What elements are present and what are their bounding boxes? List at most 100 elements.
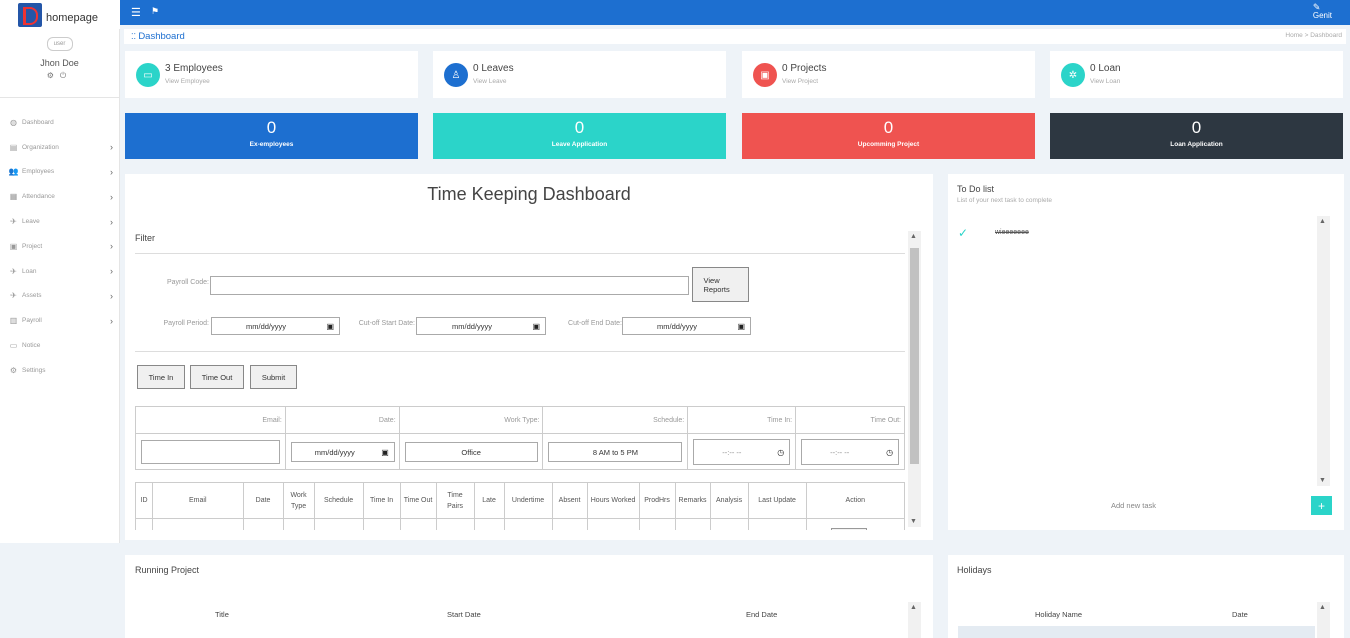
column-undertime: Undertime <box>503 482 553 519</box>
summary-label: Leave Application <box>551 141 608 148</box>
cutoff-start-label: Cut-off Start Date: <box>358 320 415 327</box>
settings-gear-icon[interactable]: ⚙ <box>47 71 60 80</box>
time-in-input[interactable]: --:-- -- ◷ <box>693 439 791 465</box>
calendar-icon[interactable]: ▣ <box>326 322 334 331</box>
sidebar-item-label: Leave <box>22 218 40 226</box>
schedule-input[interactable]: 8 AM to 5 PM <box>548 442 683 462</box>
time-out-input[interactable]: --:-- -- ◷ <box>801 439 900 465</box>
view-employee-link[interactable]: View Employee <box>165 78 210 85</box>
sidebar-item-organization[interactable]: ▤ Organization › <box>0 135 119 160</box>
running-project-scrollbar[interactable]: ▲ <box>908 602 921 638</box>
breadcrumb-home-link[interactable]: Home <box>1285 32 1302 39</box>
sidebar-item-label: Dashboard <box>22 118 54 126</box>
sidebar-item-settings[interactable]: ⚙ Settings <box>0 358 119 383</box>
sidebar-item-attendance[interactable]: ▦ Attendance › <box>0 184 119 209</box>
breadcrumb-separator: > <box>1304 32 1309 39</box>
sidebar-item-project[interactable]: ▣ Project › <box>0 234 119 259</box>
column-date: Date <box>242 482 284 519</box>
top-navbar: ☰ ⚑ ✎ Genit <box>0 0 1350 25</box>
column-absent: Absent <box>551 482 588 519</box>
sidebar-item-dashboard[interactable]: ◍ Dashboard <box>0 110 119 135</box>
brand-logo[interactable]: homepage <box>0 0 120 29</box>
action-button[interactable] <box>830 528 867 530</box>
column-late: Late <box>473 482 505 519</box>
sidebar-item-leave[interactable]: ✈ Leave › <box>0 209 119 234</box>
add-task-button[interactable]: + <box>1311 496 1332 515</box>
power-icon[interactable]: ⏻ <box>60 71 72 80</box>
stat-title: 3 Employees <box>165 63 223 74</box>
cutoff-end-date-input[interactable]: mm/dd/yyyy ▣ <box>622 317 751 335</box>
sidebar-item-label: Settings <box>22 366 46 374</box>
view-leave-link[interactable]: View Leave <box>473 78 507 85</box>
submit-button[interactable]: Submit <box>250 365 297 389</box>
time-in-button[interactable]: Time In <box>137 365 185 389</box>
sidebar-item-assets[interactable]: ✈ Assets › <box>0 284 119 309</box>
column-start-date: Start Date <box>447 610 481 619</box>
todo-checkmark-icon[interactable]: ✓ <box>958 226 968 240</box>
scroll-up-arrow-icon[interactable]: ▲ <box>910 604 917 611</box>
summary-value: 0 <box>266 118 277 137</box>
calendar-icon[interactable]: ▣ <box>737 322 745 331</box>
dashboard-icon: ◍ <box>10 117 17 127</box>
work-type-input[interactable]: Office <box>404 442 538 462</box>
view-project-link[interactable]: View Project <box>782 78 818 85</box>
scrollbar-thumb[interactable] <box>910 248 919 464</box>
clock-icon[interactable]: ◷ <box>886 448 893 457</box>
entry-date-input[interactable]: mm/dd/yyyy ▣ <box>290 442 395 462</box>
todo-scrollbar[interactable]: ▲ ▼ <box>1317 216 1330 486</box>
view-reports-button[interactable]: View Reports <box>692 267 749 302</box>
scroll-down-arrow-icon[interactable]: ▼ <box>910 518 917 525</box>
attendance-table-wrapper: ID Email Date Work Type Schedule Time In Time … <box>135 482 905 530</box>
schedule-header: Schedule: <box>542 406 689 434</box>
view-loan-link[interactable]: View Loan <box>1090 78 1120 85</box>
summary-tile-loan-application[interactable]: 0 Loan Application <box>1050 113 1343 159</box>
sidebar-item-payroll[interactable]: ▥ Payroll › <box>0 308 119 333</box>
notification-flag-icon[interactable]: ⚑ <box>151 6 159 17</box>
breadcrumb: ⁚⁚ Dashboard Home > Dashboard <box>124 29 1346 44</box>
summary-tile-upcoming-project[interactable]: 0 Upcomming Project <box>742 113 1035 159</box>
stat-title: 0 Loan <box>1090 63 1121 74</box>
user-menu[interactable]: ✎ Genit <box>1312 2 1332 21</box>
chevron-right-icon: › <box>110 266 113 277</box>
sidebar-item-employees[interactable]: 👥 Employees › <box>0 160 119 185</box>
calendar-icon: ▣ <box>753 63 777 87</box>
user-avatar-icon: ✎ <box>1312 2 1321 12</box>
summary-tile-leave-application[interactable]: 0 Leave Application <box>433 113 726 159</box>
avatar[interactable]: user <box>46 37 73 51</box>
sidebar-item-loan[interactable]: ✈ Loan › <box>0 259 119 284</box>
scroll-up-arrow-icon[interactable]: ▲ <box>1319 604 1326 611</box>
cutoff-start-date-input[interactable]: mm/dd/yyyy ▣ <box>416 317 546 335</box>
column-date: Date <box>1232 610 1248 619</box>
payroll-period-date-input[interactable]: mm/dd/yyyy ▣ <box>211 317 340 335</box>
clock-icon[interactable]: ◷ <box>777 448 784 457</box>
sidebar-item-notice[interactable]: ▭ Notice <box>0 333 119 358</box>
calendar-icon[interactable]: ▣ <box>532 322 540 331</box>
time-out-button[interactable]: Time Out <box>190 365 244 389</box>
summary-tile-ex-employees[interactable]: 0 Ex-employees <box>125 113 418 159</box>
date-header: Date: <box>284 406 400 434</box>
rocket-icon: ✈ <box>10 291 17 301</box>
stat-title: 0 Leaves <box>473 63 514 74</box>
scroll-up-arrow-icon[interactable]: ▲ <box>1319 218 1326 225</box>
chevron-right-icon: › <box>110 241 113 252</box>
chevron-right-icon: › <box>110 191 113 202</box>
timekeeping-scrollbar[interactable]: ▲ ▼ <box>908 231 921 527</box>
payroll-code-input[interactable] <box>210 276 689 295</box>
calendar-icon[interactable]: ▣ <box>381 448 389 457</box>
summary-label: Ex-employees <box>249 141 294 148</box>
timekeeping-title: Time Keeping Dashboard <box>427 184 631 204</box>
scroll-down-arrow-icon[interactable]: ▼ <box>1319 477 1326 484</box>
email-input[interactable] <box>141 440 280 464</box>
profile-name: Jhon Doe <box>40 58 79 68</box>
holidays-scrollbar[interactable]: ▲ <box>1317 602 1330 638</box>
holidays-panel: Holidays Holiday Name Date ▲ <box>948 555 1344 638</box>
hamburger-menu-icon[interactable]: ☰ <box>131 6 141 19</box>
clipboard-icon: ▦ <box>9 192 18 202</box>
column-analysis: Analysis <box>709 482 749 519</box>
id-card-icon: ▭ <box>136 63 160 87</box>
gear-icon: ⚙ <box>9 365 18 375</box>
summary-label: Upcomming Project <box>857 141 920 148</box>
money-icon: ▥ <box>9 316 18 326</box>
scroll-up-arrow-icon[interactable]: ▲ <box>910 233 917 240</box>
column-end-date: End Date <box>746 610 778 619</box>
